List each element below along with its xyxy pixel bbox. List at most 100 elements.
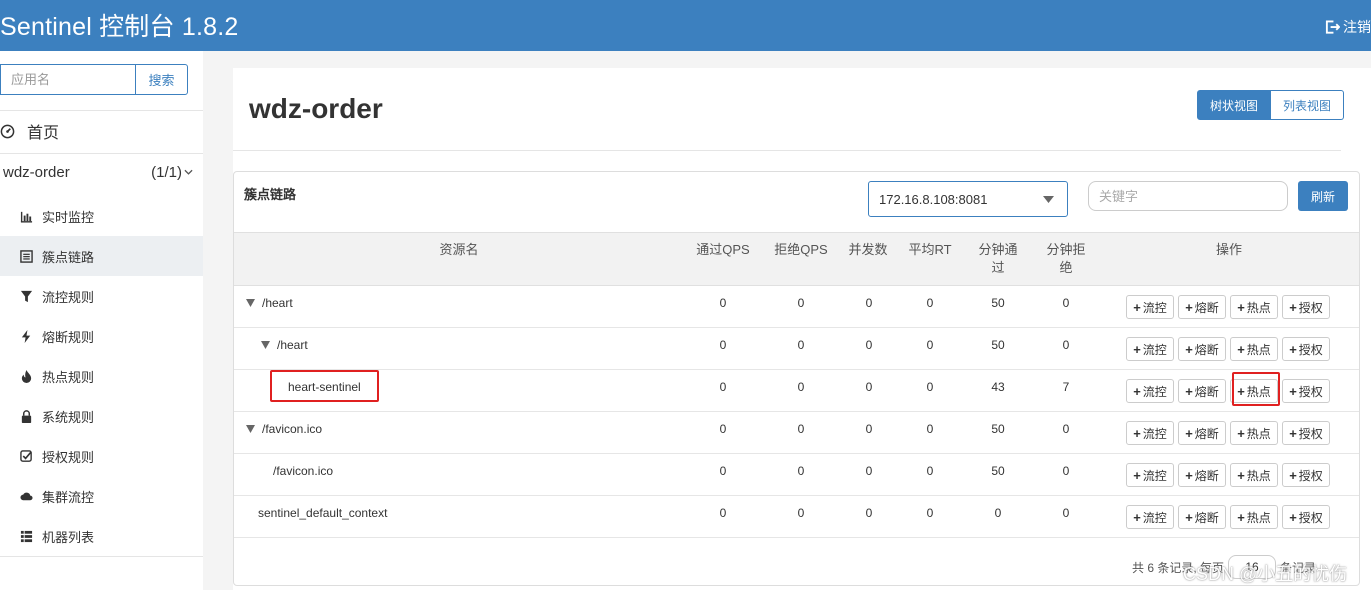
add-auth-rule-button[interactable]: + 授权 xyxy=(1282,337,1330,361)
add-degrade-rule-button[interactable]: + 熔断 xyxy=(1178,421,1226,445)
add-degrade-rule-button[interactable]: + 熔断 xyxy=(1178,337,1226,361)
op-label: 熔断 xyxy=(1194,426,1219,441)
highlight-box-hotspot-button xyxy=(1232,372,1280,406)
th-list-icon xyxy=(20,530,33,542)
add-auth-rule-button[interactable]: + 授权 xyxy=(1282,421,1330,445)
sidebar: 搜索 首页 wdz-order (1/1) 实时监控 簇点链路 流控规则 熔断规… xyxy=(0,51,203,590)
block-qps-cell: 0 xyxy=(797,380,805,394)
plus-icon: + xyxy=(1133,299,1141,315)
sidebar-item-hotspot-rules[interactable]: 热点规则 xyxy=(0,356,203,396)
resource-name: /heart xyxy=(277,338,308,352)
app-search-input[interactable] xyxy=(0,64,135,95)
concurrency-cell: 0 xyxy=(865,296,873,310)
resource-name: /favicon.ico xyxy=(273,464,334,478)
add-flow-rule-button[interactable]: + 流控 xyxy=(1126,421,1174,445)
add-degrade-rule-button[interactable]: + 熔断 xyxy=(1178,463,1226,487)
sidebar-item-label: 系统规则 xyxy=(42,409,95,425)
plus-icon: + xyxy=(1185,341,1193,357)
divider xyxy=(0,110,203,111)
row-actions: + 流控 + 熔断 + 热点 + 授权 xyxy=(1126,421,1330,445)
sidebar-item-label: 热点规则 xyxy=(42,369,95,385)
op-label: 授权 xyxy=(1298,426,1323,441)
pass-minute-cell: 43 xyxy=(991,380,1005,394)
add-flow-rule-button[interactable]: + 流控 xyxy=(1126,463,1174,487)
sidebar-item-label: 流控规则 xyxy=(42,289,95,305)
top-navbar: Sentinel 控制台 1.8.2 注销 xyxy=(0,0,1371,51)
table-row: sentinel_default_context 0 0 0 0 0 0 + 流控… xyxy=(234,496,1359,538)
add-auth-rule-button[interactable]: + 授权 xyxy=(1282,463,1330,487)
add-degrade-rule-button[interactable]: + 熔断 xyxy=(1178,295,1226,319)
add-auth-rule-button[interactable]: + 授权 xyxy=(1282,505,1330,529)
sidebar-item-label: 簇点链路 xyxy=(42,249,95,265)
resource-cell: /favicon.ico xyxy=(273,464,333,478)
tree-view-button[interactable]: 树状视图 xyxy=(1197,90,1272,120)
caret-down-icon[interactable] xyxy=(261,341,270,349)
concurrency-cell: 0 xyxy=(865,338,873,352)
add-flow-rule-button[interactable]: + 流控 xyxy=(1126,295,1174,319)
add-flow-rule-button[interactable]: + 流控 xyxy=(1126,379,1174,403)
op-label: 授权 xyxy=(1298,468,1323,483)
header-line: 过 xyxy=(991,260,1005,275)
app-group-header[interactable]: wdz-order (1/1) xyxy=(3,164,193,181)
add-degrade-rule-button[interactable]: + 熔断 xyxy=(1178,505,1226,529)
add-hotspot-rule-button[interactable]: + 热点 xyxy=(1230,421,1278,445)
bar-chart-icon xyxy=(20,211,33,223)
app-title[interactable]: Sentinel 控制台 1.8.2 xyxy=(0,7,238,43)
refresh-button[interactable]: 刷新 xyxy=(1298,181,1348,211)
avg-rt-cell: 0 xyxy=(926,506,934,520)
chevron-down-icon xyxy=(184,169,193,175)
dashboard-icon xyxy=(0,124,15,138)
avg-rt-cell: 0 xyxy=(926,422,934,436)
logout-link[interactable]: 注销 xyxy=(1325,17,1371,37)
resource-cell: /heart xyxy=(261,338,308,352)
sidebar-item-system-rules[interactable]: 系统规则 xyxy=(0,396,203,436)
concurrency-cell: 0 xyxy=(865,422,873,436)
sidebar-item-cluster-link[interactable]: 簇点链路 xyxy=(0,236,203,276)
app-name: wdz-order xyxy=(3,164,70,181)
plus-icon: + xyxy=(1289,467,1297,483)
op-label: 热点 xyxy=(1246,342,1271,357)
add-flow-rule-button[interactable]: + 流控 xyxy=(1126,505,1174,529)
add-flow-rule-button[interactable]: + 流控 xyxy=(1126,337,1174,361)
table-header: 资源名 通过QPS 拒绝QPS 并发数 平均RT 分钟通 过 分钟拒 绝 操作 xyxy=(234,232,1359,286)
list-view-button[interactable]: 列表视图 xyxy=(1271,90,1345,120)
caret-down-icon[interactable] xyxy=(246,299,255,307)
pass-minute-cell: 50 xyxy=(991,296,1005,310)
sidebar-item-machine-list[interactable]: 机器列表 xyxy=(0,516,203,556)
sidebar-item-home[interactable]: 首页 xyxy=(0,119,59,143)
add-hotspot-rule-button[interactable]: + 热点 xyxy=(1230,505,1278,529)
sidebar-item-flow-rules[interactable]: 流控规则 xyxy=(0,276,203,316)
pass-minute-cell: 50 xyxy=(991,338,1005,352)
machine-select-value: 172.16.8.108:8081 xyxy=(879,191,988,207)
panel-title: 簇点链路 xyxy=(244,187,297,202)
add-degrade-rule-button[interactable]: + 熔断 xyxy=(1178,379,1226,403)
op-label: 流控 xyxy=(1142,426,1167,441)
sidebar-item-degrade-rules[interactable]: 熔断规则 xyxy=(0,316,203,356)
pass-minute-cell: 50 xyxy=(991,464,1005,478)
machine-select[interactable]: 172.16.8.108:8081 xyxy=(868,181,1068,217)
divider xyxy=(0,153,203,154)
column-header-block-per-minute: 分钟拒 绝 xyxy=(1041,241,1091,277)
keyword-search-input[interactable] xyxy=(1088,181,1288,211)
plus-icon: + xyxy=(1237,509,1245,525)
add-hotspot-rule-button[interactable]: + 热点 xyxy=(1230,337,1278,361)
view-toggle: 树状视图 列表视图 xyxy=(1197,90,1345,120)
caret-down-icon[interactable] xyxy=(246,425,255,433)
op-label: 流控 xyxy=(1142,510,1167,525)
column-header-concurrency: 并发数 xyxy=(848,242,888,257)
add-hotspot-rule-button[interactable]: + 热点 xyxy=(1230,463,1278,487)
table-row: /heart 0 0 0 0 50 0 + 流控 + 熔断 + 热点 + 授权 xyxy=(234,286,1359,328)
add-hotspot-rule-button[interactable]: + 热点 xyxy=(1230,295,1278,319)
column-header-pass-per-minute: 分钟通 过 xyxy=(973,241,1023,277)
watermark: CSDN @小丑的忧伤 xyxy=(1183,564,1348,584)
add-auth-rule-button[interactable]: + 授权 xyxy=(1282,295,1330,319)
sidebar-item-auth-rules[interactable]: 授权规则 xyxy=(0,436,203,476)
add-auth-rule-button[interactable]: + 授权 xyxy=(1282,379,1330,403)
caret-down-icon xyxy=(1043,196,1054,203)
sidebar-item-realtime-monitor[interactable]: 实时监控 xyxy=(0,196,203,236)
sidebar-item-label: 首页 xyxy=(27,125,60,142)
header-line: 分钟拒 xyxy=(1046,242,1086,257)
row-actions: + 流控 + 熔断 + 热点 + 授权 xyxy=(1126,379,1330,403)
sidebar-item-cluster-flow[interactable]: 集群流控 xyxy=(0,476,203,516)
search-button[interactable]: 搜索 xyxy=(135,64,188,95)
